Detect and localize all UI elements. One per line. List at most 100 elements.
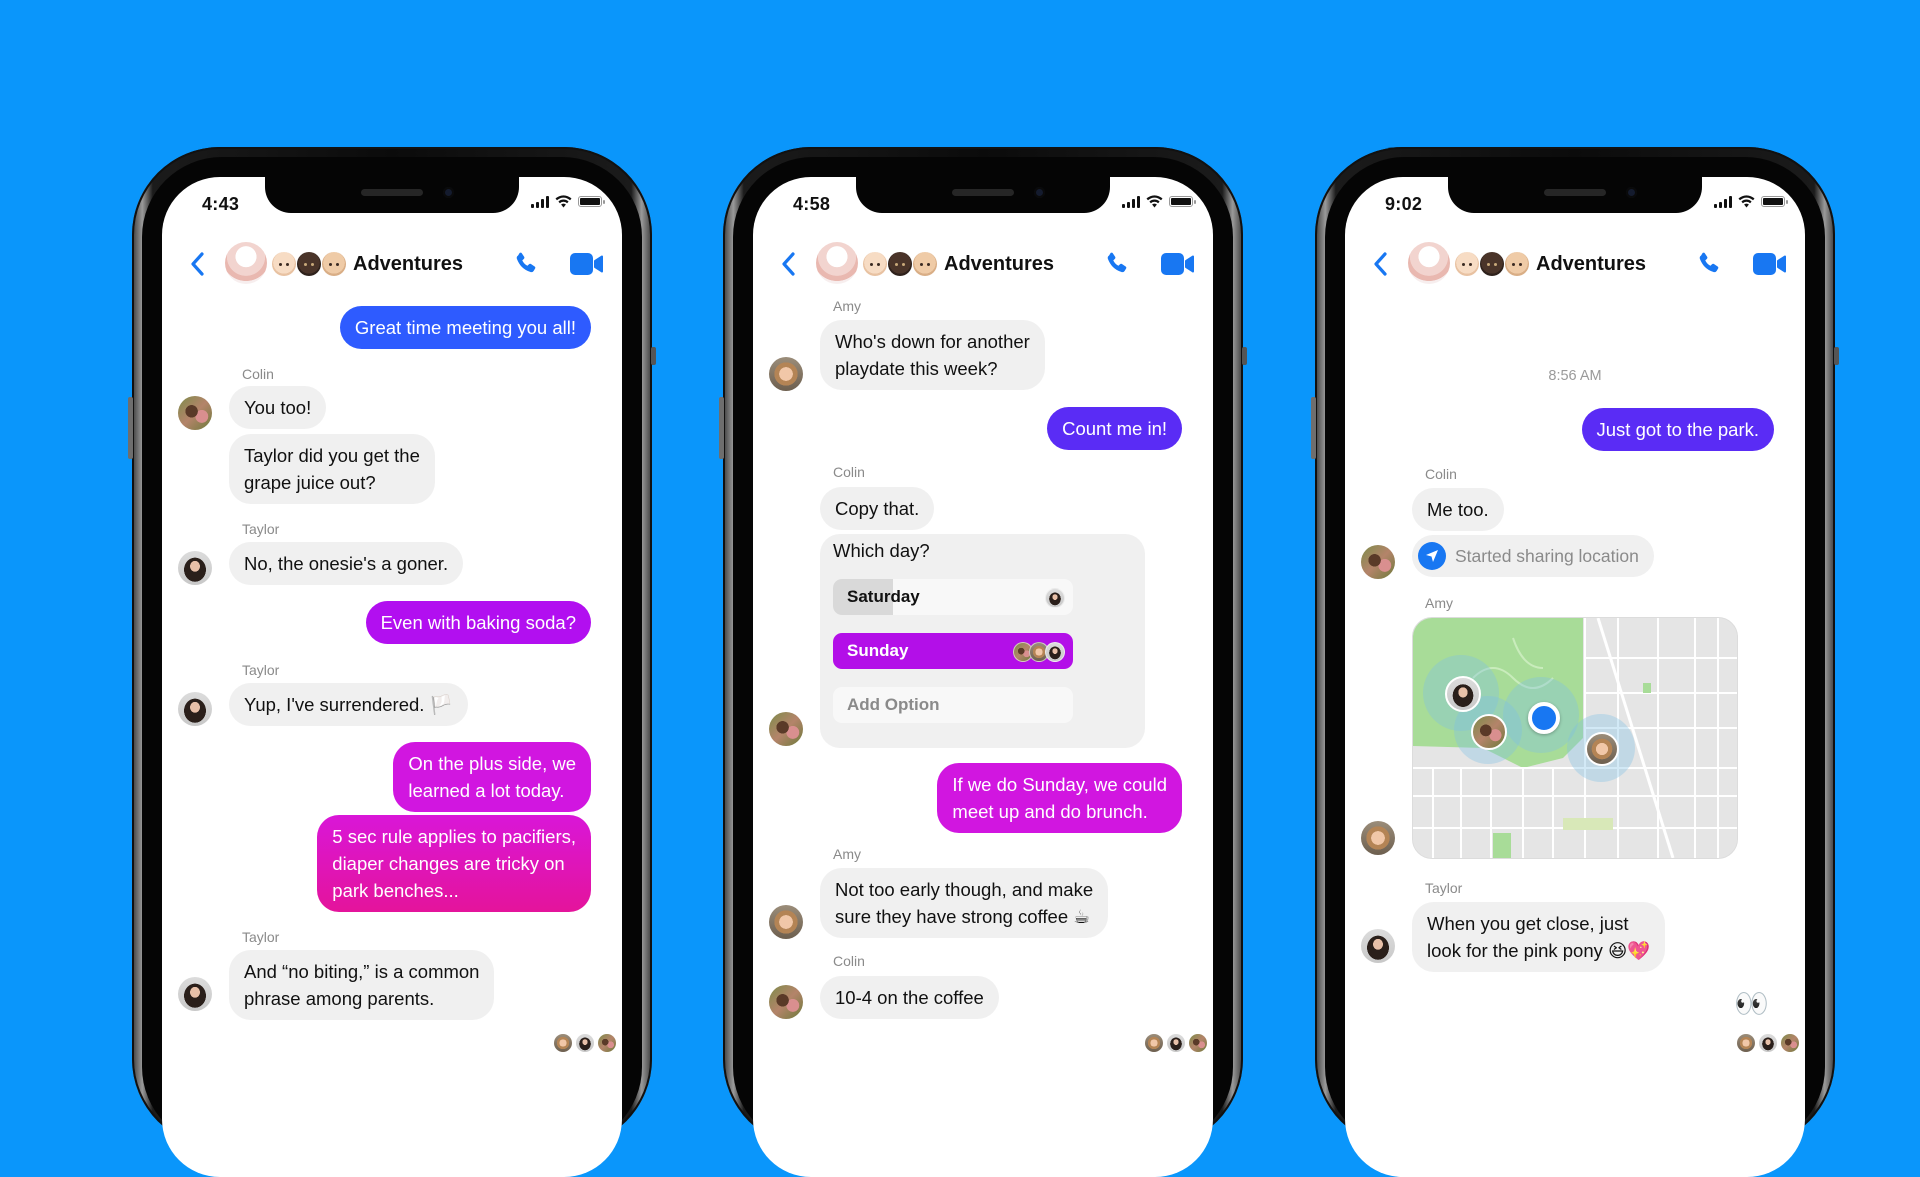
message-incoming[interactable]: Me too.: [1412, 488, 1504, 531]
message-outgoing[interactable]: Even with baking soda?: [365, 601, 591, 644]
conversation-header: Adventures: [753, 241, 1213, 287]
sender-name: Colin: [833, 953, 865, 969]
status-time: 4:58: [793, 194, 831, 214]
avatar-colin[interactable]: [178, 396, 212, 430]
conversation-title[interactable]: Adventures: [863, 241, 1054, 287]
poll-option-saturday[interactable]: Saturday: [833, 579, 1073, 615]
poll-add-option-button[interactable]: Add Option: [833, 687, 1073, 723]
status-time: 9:02: [1385, 194, 1423, 214]
group-avatar[interactable]: [816, 242, 858, 284]
group-name: Adventures: [1536, 252, 1647, 275]
conversation-title[interactable]: Adventures: [272, 241, 463, 287]
read-receipt-colin: [598, 1034, 616, 1052]
status-time: 4:43: [202, 194, 240, 214]
avatar-colin[interactable]: [769, 712, 803, 746]
live-location-map[interactable]: [1412, 617, 1738, 859]
read-receipt-taylor: [1759, 1034, 1777, 1052]
message-outgoing[interactable]: Just got to the park.: [1581, 408, 1774, 451]
poll-voters: [1045, 588, 1065, 608]
sender-name: Colin: [1425, 466, 1457, 482]
back-chevron-icon[interactable]: [775, 249, 803, 279]
video-call-icon[interactable]: [1161, 252, 1195, 276]
message-outgoing[interactable]: On the plus side, we learned a lot today…: [393, 742, 591, 812]
poll-question: Which day?: [833, 540, 930, 561]
sender-name: Amy: [833, 298, 861, 314]
baby-emoji-light: [272, 252, 296, 276]
location-sharing-message[interactable]: Started sharing location: [1412, 535, 1654, 577]
avatar-taylor[interactable]: [1361, 929, 1395, 963]
poll-option-sunday[interactable]: Sunday: [833, 633, 1073, 669]
baby-emoji-medium: [913, 252, 937, 276]
poll-voters: [1013, 642, 1065, 662]
eyes-emoji-message[interactable]: 👀: [1734, 987, 1769, 1020]
avatar-colin[interactable]: [1361, 545, 1395, 579]
map-pin-amy[interactable]: [1585, 732, 1619, 766]
status-icons: [531, 195, 605, 208]
message-incoming[interactable]: And “no biting,” is a common phrase amon…: [229, 950, 495, 1020]
message-outgoing[interactable]: Count me in!: [1047, 407, 1182, 450]
conversation-header: Adventures: [1345, 241, 1805, 287]
messenger-screen: 9:02 Adventures 8:56 AM Just got to the …: [1345, 177, 1805, 1177]
status-icons: [1714, 195, 1788, 208]
message-outgoing[interactable]: Great time meeting you all!: [339, 306, 591, 349]
read-receipts: [1737, 1034, 1799, 1052]
notch: [265, 177, 519, 213]
read-receipt-colin: [1189, 1034, 1207, 1052]
messenger-screen: 4:43 Adventures Great time meeting you a…: [162, 177, 622, 1177]
map-pin-taylor[interactable]: [1445, 676, 1481, 712]
phone-call-icon[interactable]: [1695, 250, 1723, 278]
back-chevron-icon[interactable]: [184, 249, 212, 279]
message-incoming[interactable]: Not too early though, and make sure they…: [820, 868, 1109, 938]
conversation-title[interactable]: Adventures: [1455, 241, 1646, 287]
message-incoming[interactable]: No, the onesie's a goner.: [229, 542, 464, 585]
avatar-amy[interactable]: [1361, 821, 1395, 855]
back-chevron-icon[interactable]: [1367, 249, 1395, 279]
battery-icon: [578, 196, 605, 207]
timestamp: 8:56 AM: [1548, 368, 1602, 384]
avatar-taylor[interactable]: [178, 977, 212, 1011]
message-incoming[interactable]: You too!: [229, 386, 327, 429]
baby-emoji-light: [1455, 252, 1479, 276]
baby-emoji-dark: [1480, 252, 1504, 276]
message-outgoing[interactable]: 5 sec rule applies to pacifiers, diaper …: [317, 815, 591, 912]
sender-name: Amy: [1425, 595, 1453, 611]
phone-3: 9:02 Adventures 8:56 AM Just got to the …: [1311, 147, 1839, 1177]
message-incoming[interactable]: 10-4 on the coffee: [820, 976, 999, 1019]
baby-emoji-dark: [297, 252, 321, 276]
read-receipt-amy: [554, 1034, 572, 1052]
message-outgoing[interactable]: If we do Sunday, we could meet up and do…: [937, 763, 1182, 833]
avatar-colin[interactable]: [769, 985, 803, 1019]
message-incoming[interactable]: When you get close, just look for the pi…: [1412, 902, 1666, 972]
message-incoming[interactable]: Who's down for another playdate this wee…: [820, 320, 1045, 390]
battery-icon: [1169, 196, 1196, 207]
sender-name: Colin: [242, 366, 274, 382]
phone-call-icon[interactable]: [512, 250, 540, 278]
video-call-icon[interactable]: [1753, 252, 1787, 276]
baby-emoji-dark: [888, 252, 912, 276]
my-location-dot[interactable]: [1528, 702, 1560, 734]
battery-icon: [1761, 196, 1788, 207]
group-avatar[interactable]: [1408, 242, 1450, 284]
map-pin-colin[interactable]: [1471, 714, 1507, 750]
avatar-taylor[interactable]: [178, 551, 212, 585]
avatar-amy[interactable]: [769, 905, 803, 939]
video-call-icon[interactable]: [570, 252, 604, 276]
signal-icon: [1122, 195, 1140, 208]
group-avatar[interactable]: [225, 242, 267, 284]
message-incoming[interactable]: Taylor did you get the grape juice out?: [229, 434, 435, 504]
read-receipt-amy: [1737, 1034, 1755, 1052]
message-incoming[interactable]: Yup, I've surrendered. 🏳️: [229, 683, 468, 726]
phone-call-icon[interactable]: [1103, 250, 1131, 278]
wifi-icon: [555, 195, 572, 208]
avatar-amy[interactable]: [769, 357, 803, 391]
group-name: Adventures: [944, 252, 1055, 275]
voter-avatar-taylor: [1045, 642, 1065, 662]
avatar-taylor[interactable]: [178, 692, 212, 726]
read-receipts: [554, 1034, 616, 1052]
message-incoming[interactable]: Copy that.: [820, 487, 935, 530]
side-button: [1834, 347, 1839, 365]
poll-option-label: Saturday: [847, 587, 920, 606]
side-button: [1242, 347, 1247, 365]
phone-2: 4:58 Adventures Amy Who's down for anoth…: [719, 147, 1247, 1177]
poll-option-label: Sunday: [847, 641, 909, 660]
